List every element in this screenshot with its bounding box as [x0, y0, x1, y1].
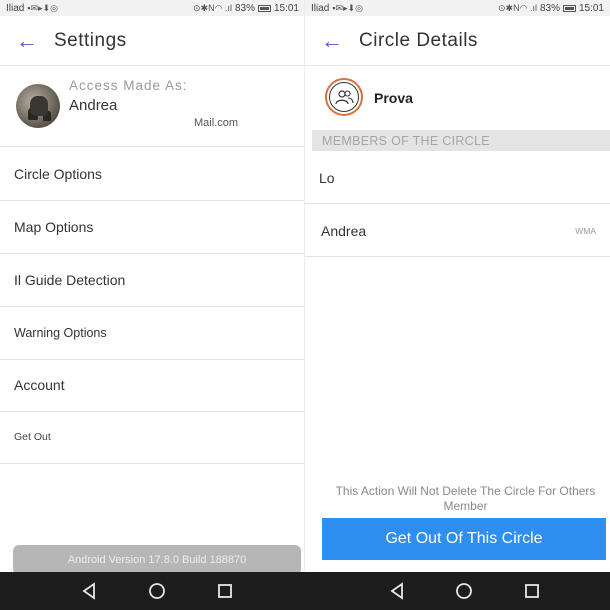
account-label: Access Made As:: [69, 78, 188, 93]
circle-header: Prova: [305, 67, 610, 129]
member-tag: WMA: [575, 225, 596, 236]
page-title: Circle Details: [359, 29, 478, 51]
menu-item-guide-detection[interactable]: Il Guide Detection: [0, 254, 305, 307]
battery-icon: [257, 4, 271, 12]
version-label: Android Version 17.8.0 Build 188870: [13, 545, 301, 575]
battery-percent: 83%: [234, 2, 255, 14]
battery-icon: [562, 4, 576, 12]
group-icon: [325, 78, 363, 116]
nav-back-icon[interactable]: [388, 582, 406, 600]
nav-recents-icon[interactable]: [216, 582, 234, 600]
circle-toolbar: ← Circle Details: [305, 16, 610, 66]
system-icons: ⊙✱N◠ .ıl: [498, 2, 537, 13]
member-name: Lo: [319, 169, 335, 186]
battery-percent: 83%: [539, 2, 560, 14]
menu-item-get-out[interactable]: Get Out: [0, 411, 305, 464]
account-block: Access Made As: Andrea Mail.com: [0, 67, 305, 147]
navigation-bar: [0, 572, 610, 610]
section-header-members: MEMBERS OF THE CIRCLE: [312, 130, 610, 151]
notification-icons: ▪✉▸⬇◎: [27, 2, 59, 13]
status-bar: Iliad ▪✉▸⬇◎ ⊙✱N◠ .ıl 83% 15:01: [0, 0, 305, 16]
back-arrow-icon[interactable]: ←: [0, 16, 54, 66]
user-name: Andrea: [69, 97, 118, 114]
clock: 15:01: [273, 2, 299, 14]
leave-circle-button[interactable]: Get Out Of This Circle: [322, 518, 606, 560]
page-title: Settings: [54, 29, 127, 51]
status-bar: Iliad ▪✉▸⬇◎ ⊙✱N◠ .ıl 83% 15:01: [305, 0, 610, 16]
menu-item-map-options[interactable]: Map Options: [0, 201, 305, 254]
user-mail: Mail.com: [194, 117, 239, 129]
settings-screen: Iliad ▪✉▸⬇◎ ⊙✱N◠ .ıl 83% 15:01 ← Setting…: [0, 0, 305, 610]
nav-back-icon[interactable]: [80, 582, 98, 600]
system-icons: ⊙✱N◠ .ıl: [193, 2, 232, 13]
nav-home-icon[interactable]: [455, 582, 473, 600]
nav-home-icon[interactable]: [148, 582, 166, 600]
carrier-label: Iliad: [6, 2, 25, 14]
notification-icons: ▪✉▸⬇◎: [332, 2, 364, 13]
settings-toolbar: ← Settings: [0, 16, 305, 66]
circle-details-screen: Iliad ▪✉▸⬇◎ ⊙✱N◠ .ıl 83% 15:01 ← Circle …: [305, 0, 610, 610]
member-name: Andrea: [321, 222, 367, 239]
nav-recents-icon[interactable]: [523, 582, 541, 600]
carrier-label: Iliad: [311, 2, 330, 14]
warning-text: This Action Will Not Delete The Circle F…: [335, 484, 596, 513]
avatar: [16, 84, 60, 128]
back-arrow-icon[interactable]: ←: [305, 16, 359, 66]
menu-item-warning-options[interactable]: Warning Options: [0, 307, 305, 360]
clock: 15:01: [578, 2, 604, 14]
circle-name: Prova: [374, 90, 413, 106]
menu-item-circle-options[interactable]: Circle Options: [0, 148, 305, 201]
menu-item-account[interactable]: Account: [0, 359, 305, 412]
member-row[interactable]: Andrea WMA: [305, 205, 610, 257]
member-row[interactable]: Lo: [305, 152, 610, 204]
